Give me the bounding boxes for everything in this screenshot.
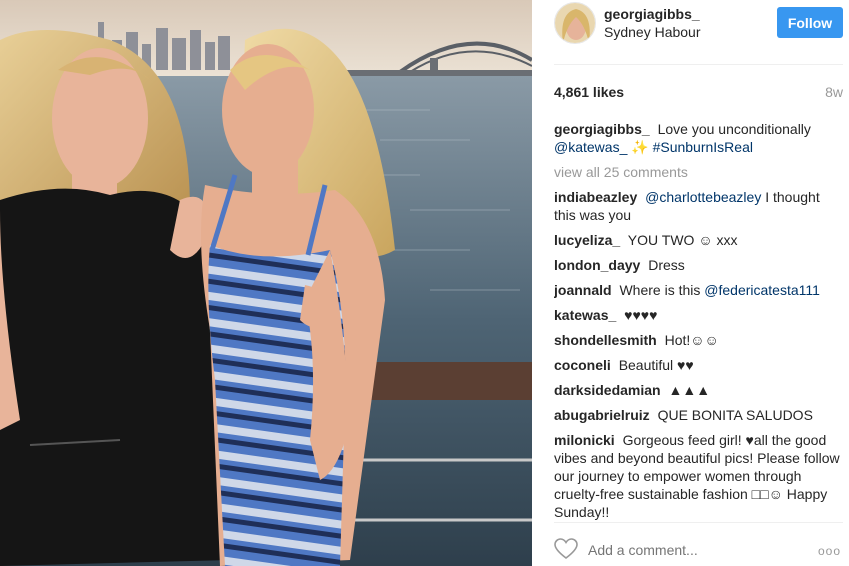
comment-username[interactable]: darksidedamian [554, 382, 661, 398]
photo-illustration [0, 0, 532, 566]
comment-username[interactable]: shondellesmith [554, 332, 657, 348]
comment-row: abugabrielruiz QUE BONITA SALUDOS [554, 406, 843, 424]
comment-text: Dress [648, 257, 685, 273]
header-divider [554, 64, 843, 65]
comment-row: shondellesmith Hot!☺☺ [554, 331, 843, 349]
footer-divider [554, 522, 843, 523]
comment-username[interactable]: lucyeliza_ [554, 232, 620, 248]
more-options-icon[interactable]: ooo [818, 544, 841, 558]
avatar[interactable] [554, 2, 596, 44]
avatar-image [555, 3, 595, 43]
comment-text: YOU TWO ☺ xxx [627, 232, 738, 248]
comment-username[interactable]: abugabrielruiz [554, 407, 650, 423]
follow-button[interactable]: Follow [777, 7, 843, 38]
post-header: georgiagibbs_ Sydney Habour Follow [532, 0, 849, 64]
comment-username[interactable]: katewas_ [554, 307, 616, 323]
view-all-comments-link[interactable]: view all 25 comments [554, 163, 843, 181]
comment-text: QUE BONITA SALUDOS [657, 407, 813, 423]
comment-row: milonicki Gorgeous feed girl! ♥all the g… [554, 431, 843, 520]
comment-row: joannald Where is this @federicatesta111 [554, 281, 843, 299]
comment-mention[interactable]: @federicatesta111 [704, 282, 820, 298]
comment-username[interactable]: joannald [554, 282, 612, 298]
comment-text: ▲▲▲ [668, 382, 711, 398]
post-username[interactable]: georgiagibbs_ [604, 6, 700, 22]
comment-text: Hot!☺☺ [664, 332, 719, 348]
likes-count[interactable]: 4,861 likes [554, 84, 624, 100]
comment-username[interactable]: milonicki [554, 432, 615, 448]
post-location[interactable]: Sydney Habour [604, 24, 701, 40]
comments-list[interactable]: georgiagibbs_ Love you unconditionally @… [554, 120, 843, 520]
caption-hashtag[interactable]: #SunburnIsReal [653, 139, 753, 155]
comment-text: ♥♥♥♥ [624, 307, 658, 323]
comment-text: Where is this [619, 282, 701, 298]
caption-username[interactable]: georgiagibbs_ [554, 121, 650, 137]
add-comment-input[interactable] [588, 542, 788, 558]
comment-row: indiabeazley @charlottebeazley I thought… [554, 188, 843, 224]
sparkle-icon: ✨ [631, 139, 649, 155]
post-age[interactable]: 8w [825, 84, 843, 100]
comment-username[interactable]: indiabeazley [554, 189, 637, 205]
comment-bar: ooo [532, 530, 849, 566]
comment-row: london_dayy Dress [554, 256, 843, 274]
comment-text: Beautiful ♥♥ [618, 357, 694, 373]
comment-username[interactable]: coconeli [554, 357, 611, 373]
comment-username[interactable]: london_dayy [554, 257, 640, 273]
caption-mention[interactable]: @katewas_ [554, 139, 627, 155]
comment-row: darksidedamian ▲▲▲ [554, 381, 843, 399]
heart-icon[interactable] [554, 538, 578, 560]
comment-row: coconeli Beautiful ♥♥ [554, 356, 843, 374]
post-photo[interactable] [0, 0, 532, 566]
caption: georgiagibbs_ Love you unconditionally @… [554, 120, 843, 156]
caption-text: Love you unconditionally [657, 121, 811, 137]
comment-row: lucyeliza_ YOU TWO ☺ xxx [554, 231, 843, 249]
post-details-panel: georgiagibbs_ Sydney Habour Follow 4,861… [532, 0, 849, 566]
comment-mention[interactable]: @charlottebeazley [645, 189, 761, 205]
comment-row: katewas_ ♥♥♥♥ [554, 306, 843, 324]
